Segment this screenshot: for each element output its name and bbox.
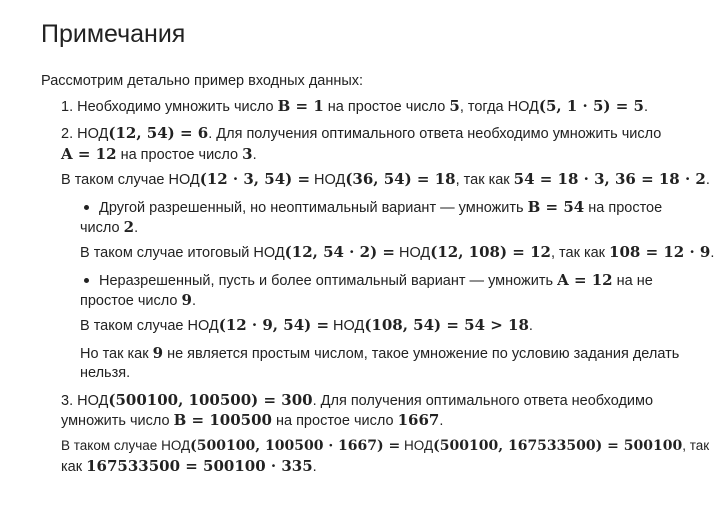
bullet-icon	[84, 205, 89, 210]
math-expr: (108, 54) = 54 > 18	[364, 316, 529, 334]
item-number: 3.	[61, 393, 74, 409]
item-number: 1.	[61, 99, 74, 115]
math-expr: B = 100500	[173, 411, 272, 429]
list-item-2-line-2: A = 12 на простое число 3.	[61, 145, 257, 163]
bullet-2-line-5: нельзя.	[80, 365, 131, 381]
math-expr: (12 · 3, 54) =	[199, 170, 311, 188]
math-expr: (500100, 100500 · 1667) =	[190, 438, 401, 454]
math-expr: 167533500 = 500100 · 335	[86, 457, 313, 475]
list-item-3-line-1: 3. НОД(500100, 100500) = 300. Для получе…	[61, 391, 654, 409]
math-expr: (12, 54 · 2) =	[284, 243, 395, 261]
math-expr: B = 54	[527, 198, 585, 216]
list-item-3-line-3: В таком случае НОД(500100, 100500 · 1667…	[61, 438, 710, 454]
bullet-1-line-3: В таком случае итоговый НОД(12, 54 · 2) …	[80, 243, 715, 261]
math-expr: (500100, 167533500) = 500100	[433, 438, 683, 454]
math-expr: (12, 54) = 6	[108, 124, 209, 142]
bullet-1-line-1: Другой разрешенный, но неоптимальный вар…	[99, 198, 663, 216]
math-expr: 108 = 12 · 9	[609, 243, 711, 261]
math-expr: 2	[123, 218, 135, 236]
math-expr: 3	[242, 145, 253, 163]
bullet-1-line-2: число 2.	[80, 218, 139, 236]
page-title: Примечания	[41, 20, 186, 48]
math-expr: (5, 1 · 5) = 5	[538, 97, 644, 115]
math-expr: 54 = 18 · 3, 36 = 18 · 2	[513, 170, 706, 188]
math-expr: (12 · 9, 54) =	[218, 316, 330, 334]
math-expr: 9	[181, 291, 192, 309]
list-item-3-line-4: как 167533500 = 500100 · 335.	[61, 457, 317, 475]
math-expr: A = 12	[557, 271, 613, 289]
math-expr: (500100, 100500) = 300	[108, 391, 313, 409]
bullet-2-line-3: В таком случае НОД(12 · 9, 54) = НОД(108…	[80, 316, 533, 334]
bullet-2-line-4: Но так как 9 не является простым числом,…	[80, 344, 680, 362]
math-expr: A = 12	[61, 145, 117, 163]
list-item-1: 1. Необходимо умножить число B = 1 на пр…	[61, 97, 648, 115]
list-item-2-line-1: 2. НОД(12, 54) = 6. Для получения оптима…	[61, 124, 662, 142]
math-expr: 9	[152, 344, 164, 362]
list-item-3-line-2: умножить число B = 100500 на простое чис…	[61, 411, 444, 429]
intro-text: Рассмотрим детально пример входных данны…	[41, 73, 364, 89]
math-expr: 1667	[397, 411, 440, 429]
math-expr: B = 1	[277, 97, 324, 115]
math-expr: 5	[449, 97, 460, 115]
bullet-icon	[84, 278, 89, 283]
bullet-2-line-2: простое число 9.	[80, 291, 196, 309]
math-expr: (36, 54) = 18	[345, 170, 456, 188]
math-expr: (12, 108) = 12	[430, 243, 551, 261]
bullet-2-line-1: Неразрешенный, пусть и более оптимальный…	[99, 271, 653, 289]
notes-page: Примечания Рассмотрим детально пример вх…	[0, 0, 726, 526]
item-number: 2.	[61, 126, 74, 142]
list-item-2-line-3: В таком случае НОД(12 · 3, 54) = НОД(36,…	[61, 170, 710, 188]
